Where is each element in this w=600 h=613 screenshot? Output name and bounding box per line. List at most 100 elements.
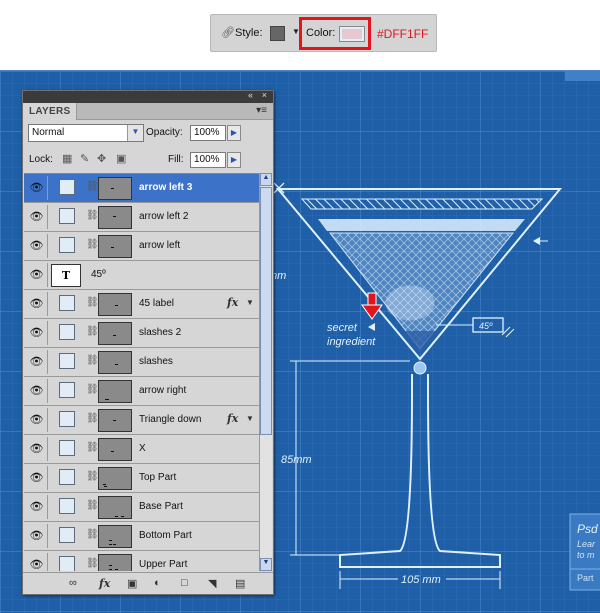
side-card-line2: to m bbox=[577, 550, 595, 560]
layer-mask-thumbnail[interactable] bbox=[59, 382, 75, 398]
eye-visibility-icon[interactable]: 👁︎ bbox=[26, 350, 48, 374]
layer-row[interactable]: 👁︎ ⛓︎ arrow left bbox=[24, 232, 259, 261]
side-card-footer: Part bbox=[577, 573, 594, 583]
layer-mask-thumbnail[interactable] bbox=[59, 498, 75, 514]
layer-row[interactable]: 👁︎ ⛓︎ Top Part bbox=[24, 464, 259, 493]
layer-mask-thumbnail[interactable] bbox=[59, 237, 75, 253]
chain-link-icon[interactable]: ⛓︎ bbox=[86, 239, 99, 250]
eye-visibility-icon[interactable]: 👁︎ bbox=[26, 176, 48, 200]
chain-link-icon[interactable]: ⛓︎ bbox=[86, 500, 99, 511]
tab-layers[interactable]: LAYERS bbox=[23, 103, 77, 120]
scroll-thumb[interactable] bbox=[260, 187, 272, 435]
layer-row[interactable]: 👁︎ T 45º bbox=[24, 261, 259, 290]
eye-visibility-icon[interactable]: 👁︎ bbox=[26, 379, 48, 403]
style-label: Style: bbox=[235, 27, 263, 39]
blend-mode-value: Normal bbox=[32, 127, 65, 138]
new-layer-icon[interactable]: ◥ bbox=[208, 577, 216, 590]
color-swatch[interactable] bbox=[339, 26, 365, 42]
eye-visibility-icon[interactable]: 👁︎ bbox=[26, 408, 48, 432]
panel-tab-row: LAYERS ▾≡ bbox=[23, 103, 273, 120]
layer-list: 👁︎ ⛓︎ arrow left 3 👁︎ ⛓︎ arrow left 2 👁︎ ⛓︎ arro… bbox=[24, 173, 259, 571]
layer-thumbnail bbox=[98, 525, 132, 548]
lock-transparency-icon[interactable]: ▦ bbox=[62, 152, 72, 165]
layer-row[interactable]: 👁︎ ⛓︎ arrow left 3 bbox=[24, 174, 259, 203]
chain-link-icon[interactable]: ⛓︎ bbox=[86, 558, 99, 569]
layer-mask-thumbnail[interactable] bbox=[59, 179, 75, 195]
layer-mask-thumbnail[interactable] bbox=[59, 469, 75, 485]
style-color-bar: 🔗︎ Style: ▼ Color: #DFF1FF bbox=[210, 14, 437, 52]
layer-row[interactable]: 👁︎ ⛓︎ arrow right bbox=[24, 377, 259, 406]
layer-row[interactable]: 👁︎ ⛓︎ Base Part bbox=[24, 493, 259, 522]
layer-mask-thumbnail[interactable] bbox=[59, 440, 75, 456]
lock-all-icon[interactable]: ▣ bbox=[116, 152, 126, 165]
collapse-icon[interactable]: « bbox=[248, 90, 253, 100]
chain-link-icon[interactable]: ⛓︎ bbox=[86, 529, 99, 540]
layer-mask-thumbnail[interactable] bbox=[59, 556, 75, 571]
layer-row[interactable]: 👁︎ ⛓︎ arrow left 2 bbox=[24, 203, 259, 232]
effects-expand-icon[interactable]: ▼ bbox=[246, 298, 254, 307]
layer-row[interactable]: 👁︎ ⛓︎ slashes 2 bbox=[24, 319, 259, 348]
trash-icon[interactable]: ▤ bbox=[235, 577, 245, 590]
link-layers-icon[interactable]: ∞ bbox=[69, 577, 77, 589]
chain-link-icon[interactable]: ⛓︎ bbox=[86, 384, 99, 395]
fill-input[interactable]: 100% bbox=[190, 152, 226, 168]
chevron-down-icon[interactable]: ▼ bbox=[127, 125, 143, 141]
layer-name: Base Part bbox=[139, 501, 183, 512]
layer-row[interactable]: 👁︎ ⛓︎ slashes bbox=[24, 348, 259, 377]
eye-visibility-icon[interactable]: 👁︎ bbox=[26, 553, 48, 571]
eye-visibility-icon[interactable]: 👁︎ bbox=[26, 437, 48, 461]
layer-mask-thumbnail[interactable] bbox=[59, 353, 75, 369]
layer-mask-thumbnail[interactable] bbox=[59, 324, 75, 340]
chain-link-icon[interactable]: ⛓︎ bbox=[86, 355, 99, 366]
eye-visibility-icon[interactable]: 👁︎ bbox=[26, 263, 48, 287]
layer-mask-thumbnail[interactable] bbox=[59, 208, 75, 224]
chain-link-icon[interactable]: ⛓︎ bbox=[86, 471, 99, 482]
chain-link-icon[interactable]: ⛓︎ bbox=[86, 326, 99, 337]
layer-row[interactable]: 👁︎ ⛓︎ Bottom Part bbox=[24, 522, 259, 551]
panel-menu-icon[interactable]: ▾≡ bbox=[256, 105, 267, 116]
link-icon[interactable]: 🔗︎ bbox=[221, 26, 235, 39]
panel-close-icon[interactable]: × bbox=[262, 90, 267, 100]
layer-thumbnail bbox=[98, 467, 132, 490]
layer-mask-thumbnail[interactable] bbox=[59, 411, 75, 427]
eye-visibility-icon[interactable]: 👁︎ bbox=[26, 234, 48, 258]
adjustment-icon[interactable]: ◐ bbox=[154, 577, 161, 589]
opacity-slider-button[interactable]: ▶ bbox=[227, 125, 241, 141]
layer-row[interactable]: 👁︎ ⛓︎ X bbox=[24, 435, 259, 464]
eye-visibility-icon[interactable]: 👁︎ bbox=[26, 321, 48, 345]
blend-mode-select[interactable]: Normal ▼ bbox=[28, 124, 144, 142]
layer-list-scrollbar[interactable]: ▲ ▼ bbox=[259, 173, 272, 571]
lock-pixels-icon[interactable]: ✎ bbox=[80, 152, 89, 165]
eye-visibility-icon[interactable]: 👁︎ bbox=[26, 205, 48, 229]
layer-mask-thumbnail[interactable] bbox=[59, 527, 75, 543]
layer-name: arrow left 2 bbox=[139, 211, 189, 222]
layer-effects-icon[interactable]: fx bbox=[227, 412, 238, 425]
chain-link-icon[interactable]: ⛓︎ bbox=[86, 297, 99, 308]
style-swatch[interactable] bbox=[270, 26, 285, 41]
chain-link-icon[interactable]: ⛓︎ bbox=[86, 181, 99, 192]
layer-row[interactable]: 👁︎ ⛓︎ Upper Part bbox=[24, 551, 259, 571]
scroll-down-icon[interactable]: ▼ bbox=[260, 558, 272, 571]
eye-visibility-icon[interactable]: 👁︎ bbox=[26, 495, 48, 519]
eye-visibility-icon[interactable]: 👁︎ bbox=[26, 466, 48, 490]
eye-visibility-icon[interactable]: 👁︎ bbox=[26, 524, 48, 548]
effects-expand-icon[interactable]: ▼ bbox=[246, 414, 254, 423]
scroll-up-icon[interactable]: ▲ bbox=[260, 173, 272, 186]
layer-name: 45 label bbox=[139, 298, 175, 309]
chain-link-icon[interactable]: ⛓︎ bbox=[86, 442, 99, 453]
mask-icon[interactable]: ▣ bbox=[127, 577, 137, 590]
layer-row[interactable]: 👁︎ ⛓︎ Triangle down fx ▼ bbox=[24, 406, 259, 435]
chain-link-icon[interactable]: ⛓︎ bbox=[86, 413, 99, 424]
eye-visibility-icon[interactable]: 👁︎ bbox=[26, 292, 48, 316]
layer-row[interactable]: 👁︎ ⛓︎ 45 label fx ▼ bbox=[24, 290, 259, 319]
opacity-input[interactable]: 100% bbox=[190, 125, 226, 141]
layer-effects-icon[interactable]: fx bbox=[227, 296, 238, 309]
chain-link-icon[interactable]: ⛓︎ bbox=[86, 210, 99, 221]
folder-icon[interactable]: □ bbox=[181, 577, 188, 589]
fill-label: Fill: bbox=[168, 154, 184, 165]
lock-position-icon[interactable]: ✥ bbox=[97, 152, 106, 165]
panel-title-strip[interactable]: « × bbox=[23, 90, 273, 103]
layer-mask-thumbnail[interactable] bbox=[59, 295, 75, 311]
fill-slider-button[interactable]: ▶ bbox=[227, 152, 241, 168]
fx-icon[interactable]: fx bbox=[99, 577, 110, 590]
